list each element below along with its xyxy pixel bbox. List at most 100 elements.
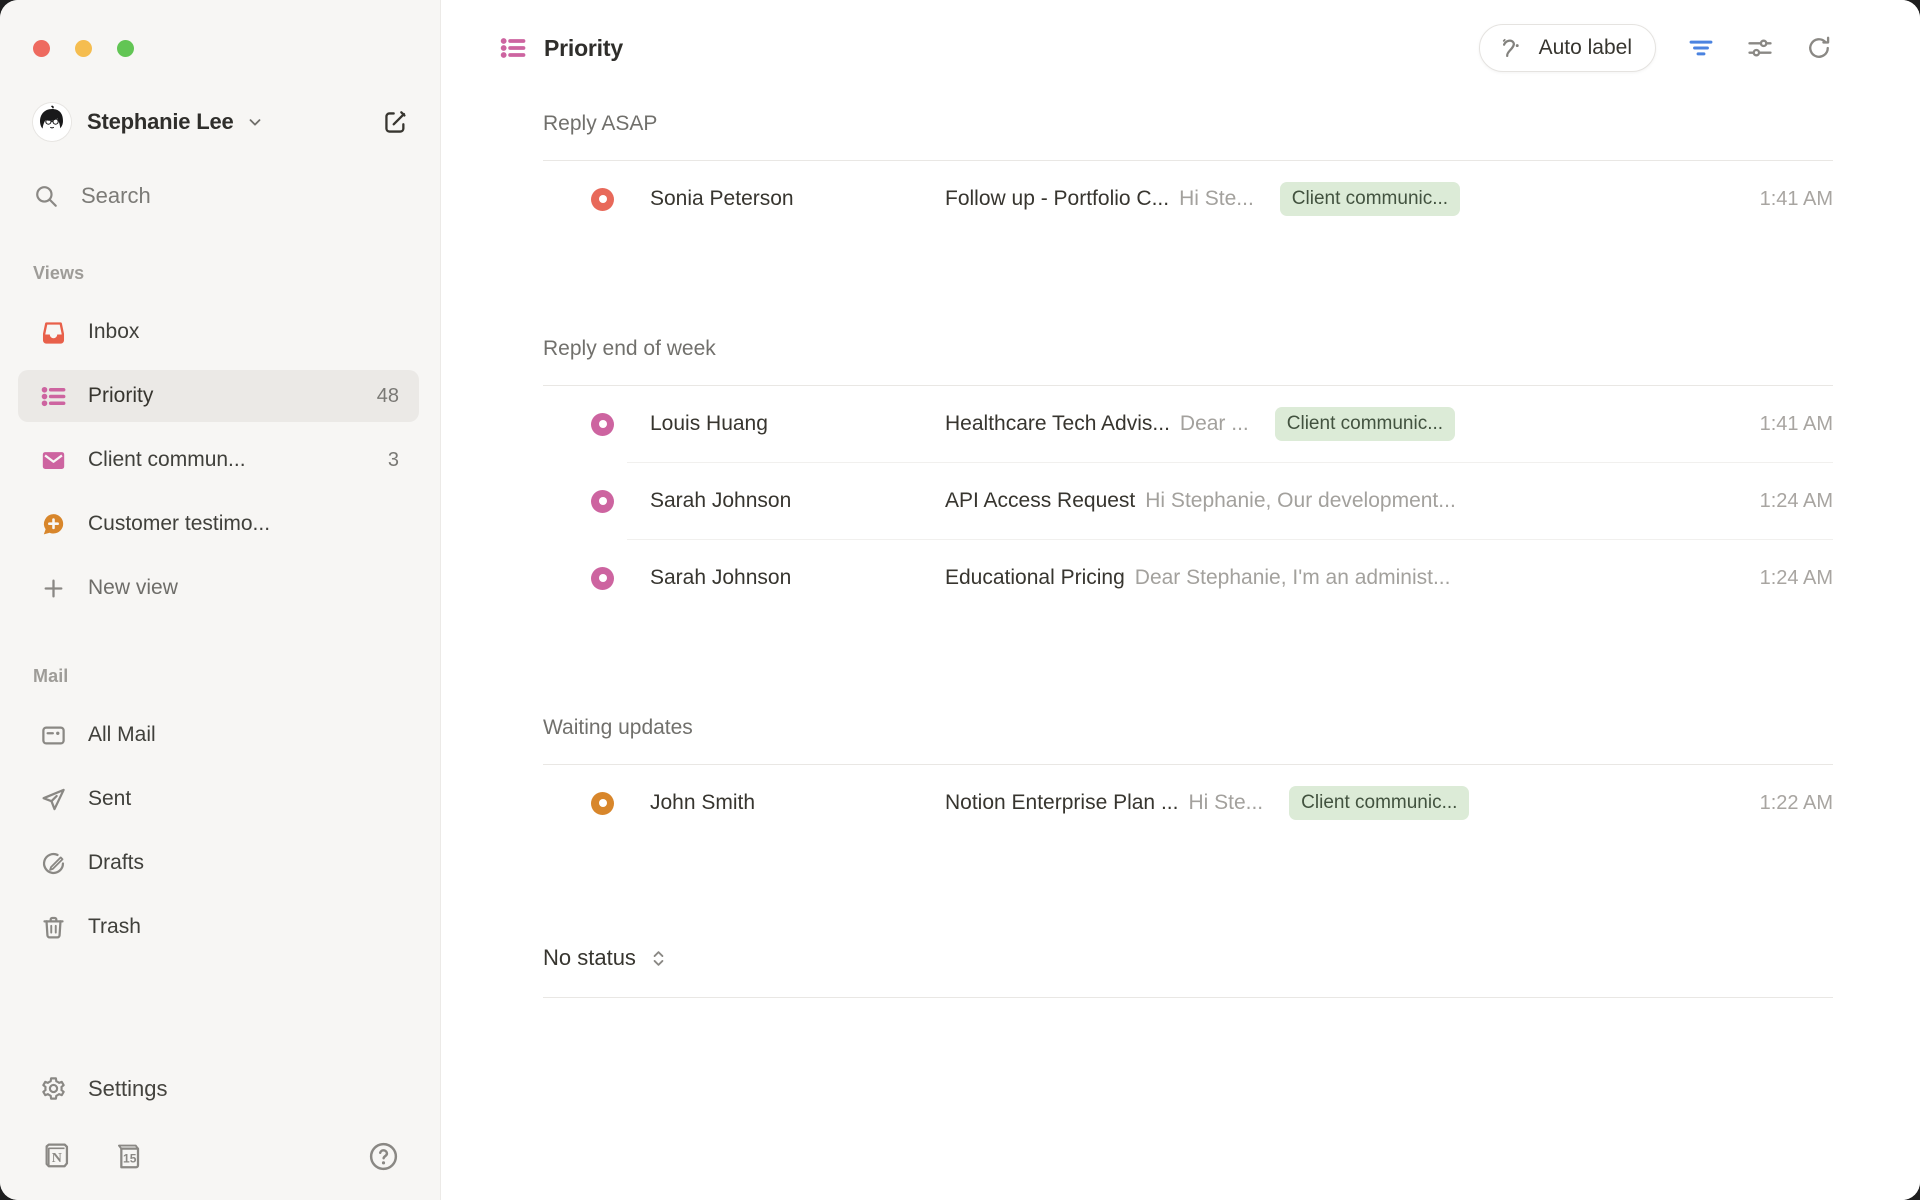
sidebar-footer: N 15 <box>40 1136 400 1176</box>
notion-logo-icon[interactable]: N <box>40 1140 72 1172</box>
unread-count: 48 <box>377 385 399 408</box>
header-actions: Auto label <box>1479 24 1833 72</box>
account-switcher[interactable]: Stephanie Lee <box>33 103 410 141</box>
search-label: Search <box>81 183 151 209</box>
mail-list: All Mail Sent Drafts <box>0 709 440 965</box>
calendar-15-icon[interactable]: 15 <box>112 1140 144 1172</box>
email-subject: Healthcare Tech Advis... <box>945 412 1170 436</box>
views-list: Inbox Priority 48 <box>0 306 440 626</box>
view-title-group: Priority <box>486 34 623 62</box>
email-row[interactable]: Sarah Johnson Educational Pricing Dear S… <box>543 540 1833 616</box>
drafts-icon <box>40 850 67 877</box>
sidebar-item-label: Trash <box>88 915 141 939</box>
email-row[interactable]: Sarah Johnson API Access Request Hi Step… <box>543 463 1833 539</box>
sidebar-item-all-mail[interactable]: All Mail <box>18 709 419 761</box>
status-badge[interactable] <box>591 413 614 436</box>
sidebar-item-client-communication[interactable]: Client commun... 3 <box>18 434 419 486</box>
trash-icon <box>40 914 67 941</box>
email-snippet: Dear Stephanie, I'm an administ... <box>1135 566 1451 590</box>
label-chip[interactable]: Client communic... <box>1289 786 1469 820</box>
sidebar-item-inbox[interactable]: Inbox <box>18 306 419 358</box>
auto-label-wand-icon <box>1499 35 1526 62</box>
no-status-toggle[interactable]: No status <box>543 841 669 997</box>
priority-list-icon <box>499 34 527 62</box>
email-snippet: Dear ... <box>1180 412 1249 436</box>
sidebar-item-customer-testimonials[interactable]: Customer testimo... <box>18 498 419 550</box>
display-settings-icon[interactable] <box>1746 34 1774 62</box>
avatar <box>33 103 71 141</box>
main-panel: Priority Auto label <box>441 0 1920 1200</box>
status-badge[interactable] <box>591 792 614 815</box>
settings-label: Settings <box>88 1076 168 1102</box>
new-view-label: New view <box>88 576 178 600</box>
email-time: 1:22 AM <box>1760 792 1833 815</box>
sidebar-item-priority[interactable]: Priority 48 <box>18 370 419 422</box>
sidebar-item-label: Sent <box>88 787 131 811</box>
section-divider <box>543 997 1833 998</box>
sidebar-item-trash[interactable]: Trash <box>18 901 419 953</box>
email-row[interactable]: Louis Huang Healthcare Tech Advis... Dea… <box>543 386 1833 462</box>
email-subject: Notion Enterprise Plan ... <box>945 791 1178 815</box>
unread-count: 3 <box>388 449 399 472</box>
chat-plus-icon <box>40 511 67 538</box>
settings-button[interactable]: Settings <box>40 1075 440 1102</box>
sidebar-item-sent[interactable]: Sent <box>18 773 419 825</box>
section-title: Reply end of week <box>543 237 1833 385</box>
app-window: Stephanie Lee Search Views <box>0 0 1920 1200</box>
sidebar-item-label: Customer testimo... <box>88 512 270 536</box>
views-section-label: Views <box>0 263 440 284</box>
traffic-lights <box>0 40 440 57</box>
label-chip[interactable]: Client communic... <box>1280 182 1460 216</box>
email-time: 1:24 AM <box>1760 567 1833 590</box>
sidebar-item-label: Drafts <box>88 851 144 875</box>
svg-text:15: 15 <box>123 1152 137 1166</box>
email-subject: Follow up - Portfolio C... <box>945 187 1169 211</box>
email-snippet: Hi Stephanie, Our development... <box>1145 489 1456 513</box>
minimize-button[interactable] <box>75 40 92 57</box>
status-badge[interactable] <box>591 490 614 513</box>
help-icon[interactable] <box>367 1140 400 1173</box>
mail-section-label: Mail <box>0 666 440 687</box>
priority-list-icon <box>40 383 67 410</box>
sidebar-item-label: Inbox <box>88 320 139 344</box>
close-button[interactable] <box>33 40 50 57</box>
email-list: Reply ASAP Sonia Peterson Follow up - Po… <box>499 96 1833 998</box>
sender-name: Sarah Johnson <box>650 566 945 590</box>
label-chip[interactable]: Client communic... <box>1275 407 1455 441</box>
gear-icon <box>40 1075 67 1102</box>
sidebar-item-label: All Mail <box>88 723 156 747</box>
sidebar-item-label: Priority <box>88 384 153 408</box>
email-snippet: Hi Ste... <box>1179 187 1254 211</box>
zoom-button[interactable] <box>117 40 134 57</box>
status-badge[interactable] <box>591 188 614 211</box>
auto-label-button[interactable]: Auto label <box>1479 24 1656 72</box>
sender-name: Louis Huang <box>650 412 945 436</box>
status-badge[interactable] <box>591 567 614 590</box>
search-button[interactable]: Search <box>33 183 440 209</box>
sidebar-spacer <box>0 965 440 1075</box>
email-row[interactable]: John Smith Notion Enterprise Plan ... Hi… <box>543 765 1833 841</box>
no-status-label: No status <box>543 945 636 971</box>
sender-name: Sonia Peterson <box>650 187 945 211</box>
filter-icon[interactable] <box>1687 34 1715 62</box>
email-row[interactable]: Sonia Peterson Follow up - Portfolio C..… <box>543 161 1833 237</box>
section-title: Waiting updates <box>543 616 1833 764</box>
sidebar: Stephanie Lee Search Views <box>0 0 441 1200</box>
auto-label-text: Auto label <box>1539 36 1632 60</box>
envelope-icon <box>40 447 67 474</box>
search-icon <box>33 183 59 209</box>
send-icon <box>40 786 67 813</box>
sidebar-item-drafts[interactable]: Drafts <box>18 837 419 889</box>
new-view-button[interactable]: New view <box>18 562 419 614</box>
email-snippet: Hi Ste... <box>1188 791 1263 815</box>
inbox-icon <box>40 319 67 346</box>
email-time: 1:41 AM <box>1760 188 1833 211</box>
compose-button[interactable] <box>381 108 410 137</box>
sort-updown-icon <box>648 948 669 969</box>
page-title: Priority <box>544 35 623 62</box>
refresh-icon[interactable] <box>1805 34 1833 62</box>
email-subject: Educational Pricing <box>945 566 1125 590</box>
plus-icon <box>40 576 67 601</box>
sidebar-item-label: Client commun... <box>88 448 246 472</box>
view-header: Priority Auto label <box>499 0 1833 96</box>
